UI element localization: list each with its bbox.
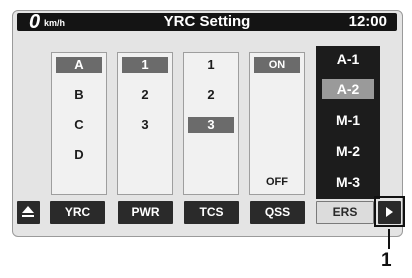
qss-column: ON OFF bbox=[249, 52, 305, 195]
eject-button[interactable] bbox=[17, 201, 40, 224]
tcs-level-3[interactable]: 3 bbox=[188, 117, 234, 133]
ers-preset-m2[interactable]: M-2 bbox=[322, 141, 374, 161]
page-title: YRC Setting bbox=[163, 13, 251, 30]
pwr-level-1[interactable]: 1 bbox=[122, 57, 168, 73]
ers-preset-m1[interactable]: M-1 bbox=[322, 110, 374, 130]
tab-qss[interactable]: QSS bbox=[250, 201, 305, 224]
tcs-column: 1 2 3 bbox=[183, 52, 239, 195]
header-bar: 0 km/h YRC Setting 12:00 bbox=[17, 11, 397, 33]
qss-off[interactable]: OFF bbox=[254, 174, 300, 190]
callout-number: 1 bbox=[381, 250, 392, 271]
ers-preset-column: A-1 A-2 M-1 M-2 M-3 bbox=[316, 46, 380, 199]
ers-preset-m3[interactable]: M-3 bbox=[322, 172, 374, 192]
callout-highlight bbox=[374, 196, 405, 227]
yrc-mode-a[interactable]: A bbox=[56, 57, 102, 73]
yrc-mode-d[interactable]: D bbox=[56, 147, 102, 163]
yrc-mode-column: A B C D bbox=[51, 52, 107, 195]
tab-yrc[interactable]: YRC bbox=[50, 201, 105, 224]
ers-preset-a1[interactable]: A-1 bbox=[322, 49, 374, 69]
qss-on[interactable]: ON bbox=[254, 57, 300, 73]
tab-bar: YRC PWR TCS QSS ERS bbox=[17, 201, 385, 224]
pwr-level-3[interactable]: 3 bbox=[122, 117, 168, 133]
ers-preset-a2[interactable]: A-2 bbox=[322, 79, 374, 99]
callout-leader-line bbox=[388, 229, 390, 249]
tab-ers[interactable]: ERS bbox=[316, 201, 374, 224]
clock: 12:00 bbox=[348, 13, 387, 30]
tab-pwr[interactable]: PWR bbox=[118, 201, 173, 224]
pwr-column: 1 2 3 bbox=[117, 52, 173, 195]
tcs-level-2[interactable]: 2 bbox=[188, 87, 234, 103]
tcs-level-1[interactable]: 1 bbox=[188, 57, 234, 73]
pwr-level-2[interactable]: 2 bbox=[122, 87, 168, 103]
yrc-mode-b[interactable]: B bbox=[56, 87, 102, 103]
yrc-mode-c[interactable]: C bbox=[56, 117, 102, 133]
tab-tcs[interactable]: TCS bbox=[184, 201, 239, 224]
